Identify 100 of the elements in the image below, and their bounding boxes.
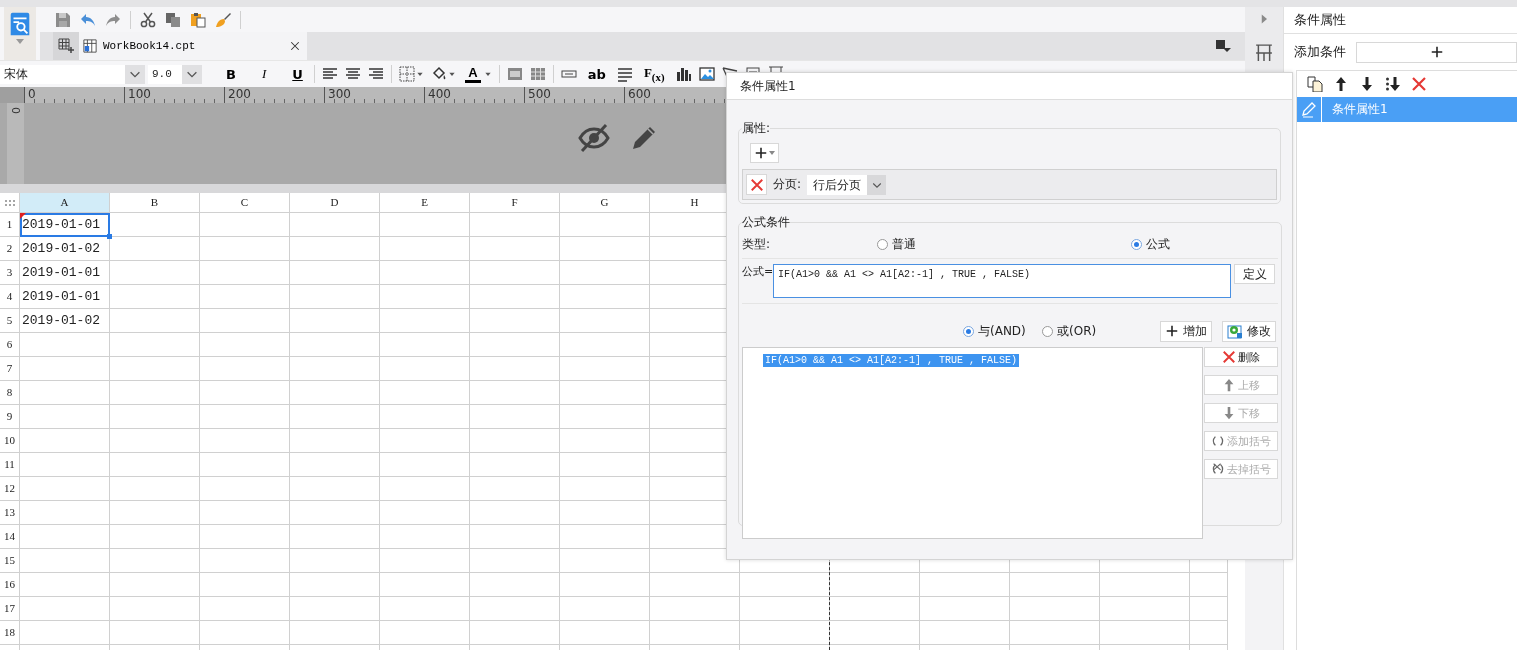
copy-icon[interactable] xyxy=(1307,76,1323,92)
formula-button[interactable]: F$_{(x)}$ xyxy=(639,65,669,83)
table-cell[interactable] xyxy=(110,237,200,261)
table-cell[interactable] xyxy=(920,621,1010,645)
table-cell[interactable] xyxy=(560,333,650,357)
table-cell[interactable] xyxy=(290,333,380,357)
eye-off-icon[interactable] xyxy=(577,121,611,154)
table-cell[interactable] xyxy=(380,285,470,309)
table-cell[interactable] xyxy=(20,429,110,453)
table-cell[interactable] xyxy=(380,381,470,405)
table-cell[interactable] xyxy=(470,381,560,405)
table-cell[interactable] xyxy=(560,429,650,453)
table-cell[interactable] xyxy=(650,597,740,621)
table-cell[interactable] xyxy=(290,237,380,261)
table-cell[interactable] xyxy=(1100,621,1190,645)
table-cell[interactable] xyxy=(290,621,380,645)
row-header[interactable]: 2 xyxy=(0,237,20,261)
split-cells-icon[interactable] xyxy=(529,66,546,82)
row-header[interactable]: 13 xyxy=(0,501,20,525)
table-cell[interactable] xyxy=(200,621,290,645)
font-size-select[interactable]: 9.0 xyxy=(148,64,202,84)
table-cell[interactable] xyxy=(20,549,110,573)
table-cell[interactable] xyxy=(380,405,470,429)
format-button[interactable]: U xyxy=(288,66,307,82)
table-cell[interactable] xyxy=(200,477,290,501)
add-attribute-button[interactable] xyxy=(750,143,779,163)
table-cell[interactable] xyxy=(200,213,290,237)
table-cell[interactable] xyxy=(200,549,290,573)
table-cell[interactable] xyxy=(110,405,200,429)
table-cell[interactable] xyxy=(470,357,560,381)
table-cell[interactable] xyxy=(380,429,470,453)
border-icon[interactable] xyxy=(398,66,415,82)
table-cell[interactable]: 2019-01-02 xyxy=(20,309,110,333)
arrow-down-icon[interactable] xyxy=(1359,76,1375,92)
table-cell[interactable] xyxy=(560,285,650,309)
grid-add-icon[interactable] xyxy=(58,38,74,54)
table-cell[interactable] xyxy=(470,597,560,621)
radio-button[interactable] xyxy=(1131,238,1142,250)
table-cell[interactable] xyxy=(110,309,200,333)
table-cell[interactable] xyxy=(560,477,650,501)
table-cell[interactable] xyxy=(110,621,200,645)
table-cell[interactable] xyxy=(380,309,470,333)
frame-icon[interactable] xyxy=(1255,44,1273,62)
table-cell[interactable] xyxy=(830,621,920,645)
table-cell[interactable] xyxy=(200,429,290,453)
table-cell[interactable] xyxy=(560,453,650,477)
table-cell[interactable] xyxy=(470,453,560,477)
table-cell[interactable] xyxy=(20,453,110,477)
table-cell[interactable] xyxy=(920,573,1010,597)
table-cell[interactable] xyxy=(1010,573,1100,597)
table-cell[interactable] xyxy=(380,213,470,237)
table-cell[interactable] xyxy=(290,429,380,453)
table-cell[interactable] xyxy=(110,333,200,357)
table-cell[interactable] xyxy=(290,501,380,525)
table-cell[interactable] xyxy=(110,525,200,549)
column-header[interactable]: F xyxy=(470,193,560,213)
table-cell[interactable] xyxy=(560,237,650,261)
align-left-icon[interactable] xyxy=(321,66,338,82)
table-cell[interactable] xyxy=(380,525,470,549)
table-cell[interactable] xyxy=(200,237,290,261)
table-cell[interactable] xyxy=(380,501,470,525)
table-cell[interactable] xyxy=(200,405,290,429)
table-cell[interactable] xyxy=(1010,621,1100,645)
edit-button[interactable]: 修改 xyxy=(1222,320,1276,342)
table-cell[interactable] xyxy=(110,501,200,525)
row-header[interactable]: 7 xyxy=(0,357,20,381)
table-cell[interactable] xyxy=(200,453,290,477)
image-icon[interactable] xyxy=(698,66,715,82)
table-cell[interactable]: 2019-01-01 xyxy=(20,213,110,237)
table-cell[interactable] xyxy=(560,549,650,573)
text-button[interactable]: ab xyxy=(583,66,610,82)
table-cell[interactable]: 2019-01-01 xyxy=(20,285,110,309)
table-cell[interactable] xyxy=(380,549,470,573)
cut-icon[interactable] xyxy=(140,11,156,28)
table-cell[interactable] xyxy=(380,621,470,645)
format-button[interactable]: B xyxy=(222,66,240,82)
table-cell[interactable] xyxy=(1100,573,1190,597)
table-cell[interactable]: 2019-01-02 xyxy=(20,237,110,261)
column-header[interactable]: B xyxy=(110,193,200,213)
table-cell[interactable] xyxy=(290,213,380,237)
row-header[interactable]: 9 xyxy=(0,405,20,429)
table-cell[interactable]: 2019-01-01 xyxy=(20,261,110,285)
brush-icon[interactable] xyxy=(215,11,231,28)
radio-button[interactable] xyxy=(963,325,974,337)
table-cell[interactable] xyxy=(290,525,380,549)
table-cell[interactable] xyxy=(560,501,650,525)
table-cell[interactable] xyxy=(290,405,380,429)
table-cell[interactable] xyxy=(200,333,290,357)
table-cell[interactable] xyxy=(200,357,290,381)
table-cell[interactable] xyxy=(110,357,200,381)
table-cell[interactable] xyxy=(290,285,380,309)
table-cell[interactable] xyxy=(560,261,650,285)
column-header[interactable]: E xyxy=(380,193,470,213)
table-cell[interactable] xyxy=(290,309,380,333)
table-cell[interactable] xyxy=(20,621,110,645)
move-to-bottom-icon[interactable] xyxy=(1385,76,1401,92)
merge-cells-icon[interactable] xyxy=(506,66,523,82)
table-cell[interactable] xyxy=(380,261,470,285)
table-cell[interactable] xyxy=(200,573,290,597)
table-cell[interactable] xyxy=(200,525,290,549)
